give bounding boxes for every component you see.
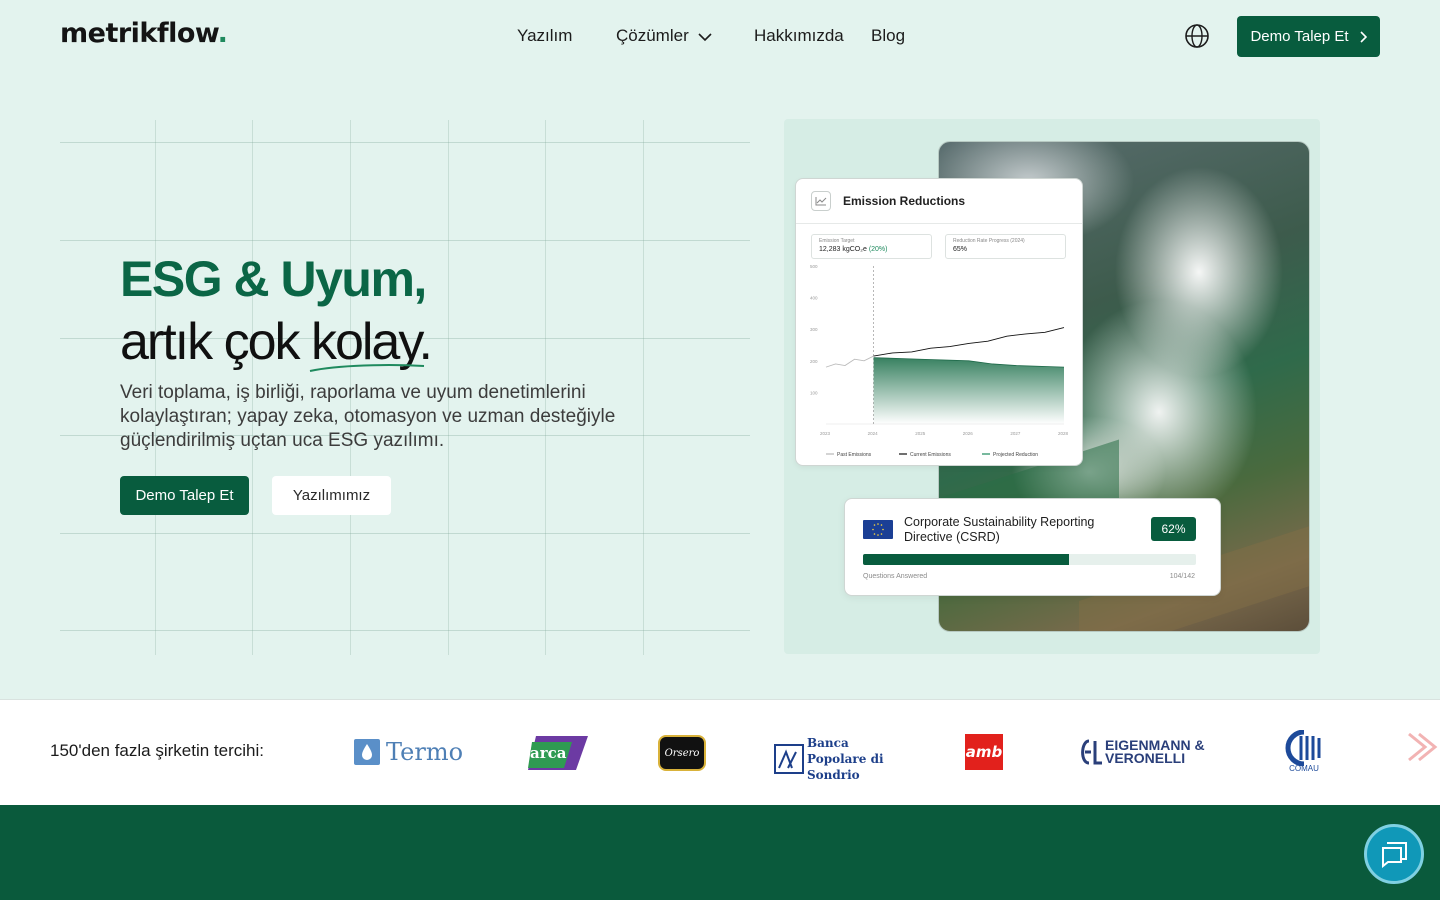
orsero-name: Orsero — [664, 747, 700, 759]
brand-orsero: Orsero — [658, 735, 706, 771]
reduction-rate-label: Reduction Rate Progress (2024) — [953, 238, 1025, 244]
y-tick-label: 300 — [810, 327, 818, 332]
brand-amb: amb — [965, 734, 1003, 770]
csrd-title: Corporate Sustainability Reporting Direc… — [904, 515, 1095, 544]
chart-icon — [811, 191, 831, 211]
x-tick-label: 2023 — [820, 431, 831, 436]
y-tick-label: 500 — [810, 264, 818, 269]
globe-icon[interactable] — [1184, 23, 1210, 49]
current-emissions-line — [873, 327, 1065, 357]
header-demo-label: Demo Talep Et — [1250, 28, 1349, 45]
x-tick-label: 2028 — [1058, 431, 1069, 436]
hero-title-line1: ESG & Uyum, — [120, 251, 427, 307]
legend-label: Current Emissions — [910, 452, 951, 458]
legend-label: Projected Reduction — [993, 452, 1038, 458]
nav-item-cozumler[interactable]: Çözümler — [616, 26, 713, 46]
header-demo-button[interactable]: Demo Talep Et — [1237, 16, 1380, 57]
emission-target-label: Emission Target — [819, 238, 855, 244]
comau-name: COMAU — [1289, 764, 1319, 773]
comau-mark-icon — [1285, 730, 1321, 766]
hero-software-button[interactable]: Yazılımımız — [272, 476, 391, 515]
csrd-progress-fill — [863, 554, 1070, 565]
banca-name: Banca Popolare di Sondrio — [807, 736, 884, 782]
past-emissions-line — [825, 355, 874, 368]
emission-reductions-card: Emission Reductions Emission Target 12,2… — [795, 178, 1083, 466]
questions-answered-label: Questions Answered — [863, 573, 928, 580]
nav-item-blog[interactable]: Blog — [871, 26, 905, 46]
brand-comau: COMAU — [1284, 730, 1324, 773]
chat-icon — [1382, 842, 1407, 868]
termo-drop-icon — [354, 739, 380, 765]
questions-count: 104/142 — [1169, 573, 1195, 580]
client-logos-strip: 150'den fazla şirketin tercihi: Termo ar… — [0, 699, 1440, 805]
x-tick-label: 2027 — [1010, 431, 1021, 436]
chevron-down-icon — [698, 32, 712, 41]
reduction-rate-value: 65% — [953, 246, 968, 253]
csrd-percent-badge: 62% — [1151, 517, 1196, 541]
x-tick-label: 2025 — [915, 431, 926, 436]
eigenmann-mark-icon — [1081, 739, 1102, 765]
csrd-card: Corporate Sustainability Reporting Direc… — [844, 498, 1221, 596]
emission-target-value: 12,283 kgCO₂e (20%) — [819, 246, 888, 253]
emission-chart: 100 200 300 400 500 2023 2024 2025 2026 2027 2028 P… — [810, 264, 1069, 458]
termo-name: Termo — [386, 738, 464, 766]
reduction-rate-box: Reduction Rate Progress (2024) 65% — [945, 234, 1066, 259]
emission-card-header: Emission Reductions — [796, 179, 1082, 224]
x-tick-label: 2024 — [868, 431, 879, 436]
chevron-right-icon — [1359, 30, 1367, 43]
brand-eigenmann: EIGENMANN & VERONELLI — [1077, 738, 1205, 766]
hero-demo-button[interactable]: Demo Talep Et — [120, 476, 249, 515]
eu-flag-icon — [863, 520, 893, 539]
nav-item-yazilim[interactable]: Yazılım — [517, 26, 572, 46]
csrd-progress-bar — [863, 554, 1196, 565]
amb-name: amb — [965, 743, 1003, 761]
site-header: metrikflow. Yazılım Çözümler Hakkımızda … — [0, 0, 1440, 74]
y-tick-label: 400 — [810, 296, 818, 301]
eigenmann-name: EIGENMANN & VERONELLI — [1105, 737, 1205, 766]
brand-termo: Termo — [354, 738, 463, 766]
dark-green-section — [0, 805, 1440, 900]
underline-swoosh — [309, 364, 425, 372]
metrikflow-logo[interactable]: metrikflow. — [60, 18, 228, 49]
chat-button[interactable] — [1364, 824, 1424, 884]
arca-name: arca — [530, 744, 567, 762]
y-tick-label: 100 — [810, 390, 818, 395]
y-tick-label: 200 — [810, 359, 818, 364]
emission-target-box: Emission Target 12,283 kgCO₂e (20%) — [811, 234, 932, 259]
nav-item-hakkimizda[interactable]: Hakkımızda — [754, 26, 844, 46]
emission-card-title: Emission Reductions — [843, 194, 966, 208]
nav-item-cozumler-label: Çözümler — [616, 26, 689, 45]
partial-brand-arrow-icon — [1408, 732, 1438, 762]
x-tick-label: 2026 — [963, 431, 974, 436]
legend-label: Past Emissions — [837, 452, 872, 458]
clients-label: 150'den fazla şirketin tercihi: — [50, 741, 264, 760]
hero-subtitle: Veri toplama, iş birliği, raporlama ve u… — [120, 382, 616, 451]
banca-mark-icon — [774, 744, 804, 774]
brand-arca: arca — [528, 732, 588, 772]
projected-reduction-area — [873, 357, 1064, 424]
brand-banca-popolare: Banca Popolare di Sondrio — [774, 735, 902, 783]
